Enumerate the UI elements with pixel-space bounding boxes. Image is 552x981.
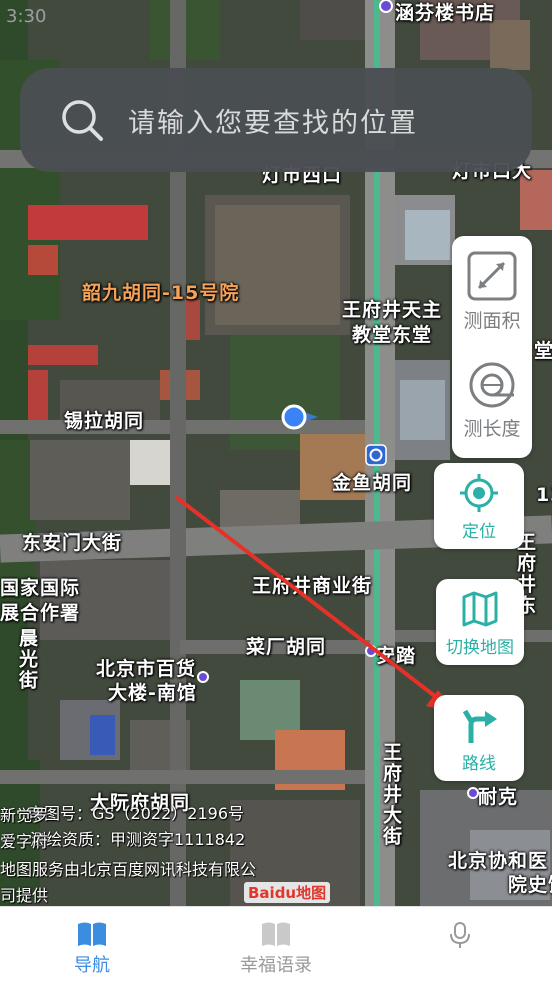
search-bar[interactable]: 请输入您要查找的位置 [20, 68, 532, 172]
attribution-text: 司提供 [0, 886, 49, 905]
baidu-logo: Baidu地图 [244, 882, 331, 903]
attribution-text: 新觉罗 [0, 806, 49, 825]
status-time: 3:30 [6, 6, 47, 27]
route-label: 路线 [462, 754, 496, 774]
locate-label: 定位 [462, 522, 496, 542]
nav-item-profile[interactable] [368, 907, 552, 981]
measure-area-button[interactable]: 测面积 [452, 250, 532, 333]
measure-tools-panel: 测面积 测长度 [452, 236, 532, 458]
bottom-nav: 导航 幸福语录 [0, 906, 552, 981]
measure-area-label: 测面积 [463, 310, 521, 332]
book-icon [78, 922, 106, 946]
search-icon [62, 100, 103, 141]
nav-label: 导航 [74, 955, 110, 976]
nav-item-navigation[interactable]: 导航 [0, 907, 184, 981]
crosshair-icon [460, 474, 498, 512]
attribution-text: 审图号：GS（2022）2196号 [28, 804, 244, 823]
attribution-text: 爱字府 [0, 832, 49, 851]
measure-length-icon [469, 362, 515, 408]
book-icon [262, 922, 290, 946]
microphone-icon [450, 922, 470, 948]
measure-length-button[interactable]: 测长度 [452, 360, 532, 441]
switch-map-label: 切换地图 [446, 638, 514, 658]
attribution-text: 测绘资质：甲测资字1111842 [30, 830, 246, 849]
measure-area-icon [467, 251, 517, 301]
measure-length-label: 测长度 [463, 418, 521, 440]
search-input[interactable]: 请输入您要查找的位置 [128, 101, 418, 140]
nav-label: 幸福语录 [240, 955, 312, 976]
map-icon [462, 591, 498, 627]
locate-button[interactable]: 定位 [434, 463, 524, 549]
switch-map-button[interactable]: 切换地图 [436, 579, 524, 665]
route-button[interactable]: 路线 [434, 695, 524, 781]
nav-item-quotes[interactable]: 幸福语录 [184, 907, 368, 981]
attribution-text: 地图服务由北京百度网讯科技有限公 [0, 860, 257, 879]
route-turn-icon [462, 709, 497, 743]
